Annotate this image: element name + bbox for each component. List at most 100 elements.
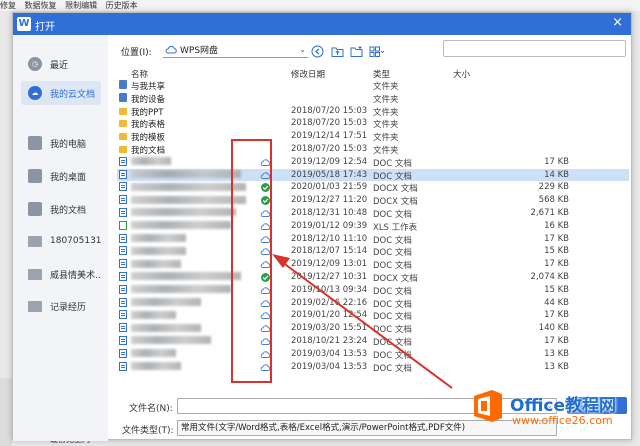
- table-row[interactable]: 2019/01/12 09:39 XLS 工作表 16 KB: [117, 220, 629, 233]
- table-row[interactable]: 2018/12/10 11:10 DOC 文档 17 KB: [117, 233, 629, 246]
- file-rows: 与我共享 文件夹 我的设备 文件夹 我的PPT 2018/07/20 15:03 文件夹 我的…: [117, 79, 629, 374]
- file-name: [131, 221, 231, 231]
- document-file-icon: [119, 259, 127, 269]
- table-row[interactable]: 2019/01/20 12:54 DOC 文档 17 KB: [117, 309, 629, 322]
- table-row[interactable]: 2020/01/03 21:59 DOCX 文档 229 KB: [117, 181, 629, 194]
- file-type: DOC 文档: [373, 350, 412, 361]
- table-row[interactable]: 2019/12/09 12:54 DOC 文档 17 KB: [117, 156, 629, 169]
- cloud-icon: [260, 171, 271, 179]
- file-size: 13 KB: [544, 348, 569, 359]
- dialog-titlebar[interactable]: W 打开 ×: [13, 13, 631, 35]
- sidebar-item-label: 最近: [50, 60, 69, 71]
- menu-repair[interactable]: 修复: [0, 1, 16, 10]
- redacted-name: [131, 259, 181, 268]
- table-row[interactable]: 2019/02/16 22:16 DOC 文档 44 KB: [117, 297, 629, 310]
- file-size: 568 KB: [538, 195, 569, 206]
- chevron-down-icon: ⌄: [299, 45, 306, 54]
- table-row[interactable]: 我的模板 2019/12/14 17:51 文件夹: [117, 130, 629, 143]
- folder-icon: [119, 133, 127, 141]
- file-size: 17 KB: [544, 156, 569, 167]
- table-row[interactable]: 2019/10/13 09:34 DOC 文档 15 KB: [117, 284, 629, 297]
- file-name: [131, 208, 236, 218]
- folder-up-icon: [331, 47, 343, 57]
- file-size: 15 KB: [544, 284, 569, 295]
- file-date: 2019/01/20 12:54: [291, 310, 368, 321]
- file-type: DOC 文档: [373, 248, 412, 259]
- table-row[interactable]: 我的文档 2018/07/20 15:03 文件夹: [117, 143, 629, 156]
- sidebar-item-label: 我的云文档: [50, 89, 96, 100]
- file-size: 17 KB: [544, 233, 569, 244]
- sidebar-item-my-computer[interactable]: 我的电脑: [21, 131, 101, 155]
- cloud-icon: [260, 287, 271, 294]
- new-folder-button[interactable]: [348, 43, 364, 59]
- background-menu-bar: 修复 数据恢复 限制编辑 历史版本: [0, 0, 640, 11]
- cloud-icon: [260, 210, 271, 217]
- file-name: [131, 195, 246, 205]
- location-dropdown[interactable]: WPS网盘 ⌄: [163, 42, 308, 58]
- table-row[interactable]: 2019/12/27 11:20 DOCX 文档 568 KB: [117, 194, 629, 207]
- file-date: 2019/03/04 13:53: [291, 348, 368, 359]
- cloud-doc-icon: ☁: [28, 86, 42, 100]
- folder-icon: [28, 300, 42, 312]
- cloud-icon: [260, 159, 271, 166]
- dialog-title: 打开: [35, 22, 55, 33]
- folder-icon: [28, 268, 42, 280]
- sidebar-item-my-documents[interactable]: 我的文档: [21, 197, 101, 221]
- file-date: 2018/12/07 15:14: [291, 246, 368, 257]
- view-mode-button[interactable]: [369, 43, 385, 59]
- redacted-name: [131, 298, 201, 307]
- menu-history-version[interactable]: 历史版本: [106, 1, 138, 10]
- menu-data-recovery[interactable]: 数据恢复: [25, 1, 57, 10]
- table-row[interactable]: 与我共享 文件夹: [117, 79, 629, 92]
- table-row[interactable]: 2019/03/20 15:51 DOC 文档 140 KB: [117, 322, 629, 335]
- table-row[interactable]: 我的PPT 2018/07/20 15:03 文件夹: [117, 105, 629, 118]
- sidebar-item-cloud-docs[interactable]: ☁ 我的云文档: [21, 81, 101, 105]
- redacted-name: [131, 285, 231, 294]
- file-size: 44 KB: [544, 297, 569, 308]
- redacted-name: [131, 246, 186, 255]
- document-file-icon: [119, 348, 127, 358]
- table-row[interactable]: 2018/10/21 23:24 DOC 文档 17 KB: [117, 335, 629, 348]
- back-button[interactable]: [309, 43, 325, 59]
- table-row[interactable]: 我的表格 2018/07/20 15:03 文件夹: [117, 117, 629, 130]
- file-type: DOC 文档: [373, 158, 412, 169]
- close-icon[interactable]: ×: [612, 16, 623, 30]
- redacted-name: [131, 221, 231, 230]
- up-folder-button[interactable]: [329, 43, 345, 59]
- table-row[interactable]: 2018/12/31 10:48 DOC 文档 2,671 KB: [117, 207, 629, 220]
- sidebar: ◷ 最近 ☁ 我的云文档 我的电脑 我的桌面 我的文档 180705131...…: [13, 35, 108, 441]
- table-row[interactable]: 2019/05/18 17:43 DOC 文档 14 KB: [117, 168, 629, 182]
- cloud-icon: [260, 351, 271, 358]
- scrollbar[interactable]: [624, 77, 630, 377]
- table-row[interactable]: 我的设备 文件夹: [117, 92, 629, 105]
- sidebar-item-folder-2[interactable]: 威县情美术...: [21, 262, 101, 286]
- redacted-name: [131, 234, 186, 243]
- watermark: Office教程网 www.office26.com: [470, 388, 638, 444]
- file-type: DOC 文档: [373, 235, 412, 246]
- document-icon: [28, 202, 42, 216]
- sidebar-item-folder-1[interactable]: 180705131...: [21, 229, 101, 253]
- search-input[interactable]: [443, 40, 626, 57]
- desktop-icon: [28, 169, 42, 183]
- file-list-header: ⌃ 名称 修改日期 类型 大小: [117, 65, 629, 80]
- sidebar-item-desktop[interactable]: 我的桌面: [21, 164, 101, 188]
- file-name: [131, 298, 201, 308]
- table-row[interactable]: 2018/12/07 15:14 DOC 文档 15 KB: [117, 245, 629, 258]
- file-type: DOC 文档: [373, 299, 412, 310]
- file-type: DOC 文档: [373, 312, 412, 323]
- file-name: [131, 182, 246, 192]
- folder-icon: [119, 107, 127, 115]
- sidebar-item-folder-3[interactable]: 记录经历: [21, 294, 101, 318]
- menu-restrict-edit[interactable]: 限制编辑: [65, 1, 97, 10]
- table-row[interactable]: 2019/03/04 13:53 DOC 文档 13 KB: [117, 361, 629, 374]
- file-type: DOC 文档: [373, 325, 412, 336]
- table-row[interactable]: 2019/12/09 13:01 DOC 文档 17 KB: [117, 258, 629, 271]
- file-type: 文件夹: [373, 107, 399, 118]
- file-size: 17 KB: [544, 310, 569, 321]
- table-row[interactable]: 2019/03/04 13:53 DOC 文档 13 KB: [117, 348, 629, 361]
- file-date: 2019/12/14 17:51: [291, 131, 368, 142]
- table-row[interactable]: 2019/12/27 10:31 DOCX 文档 2,074 KB: [117, 271, 629, 284]
- file-name: [131, 170, 241, 180]
- location-value: WPS网盘: [180, 46, 219, 56]
- sidebar-item-recent[interactable]: ◷ 最近: [21, 52, 101, 76]
